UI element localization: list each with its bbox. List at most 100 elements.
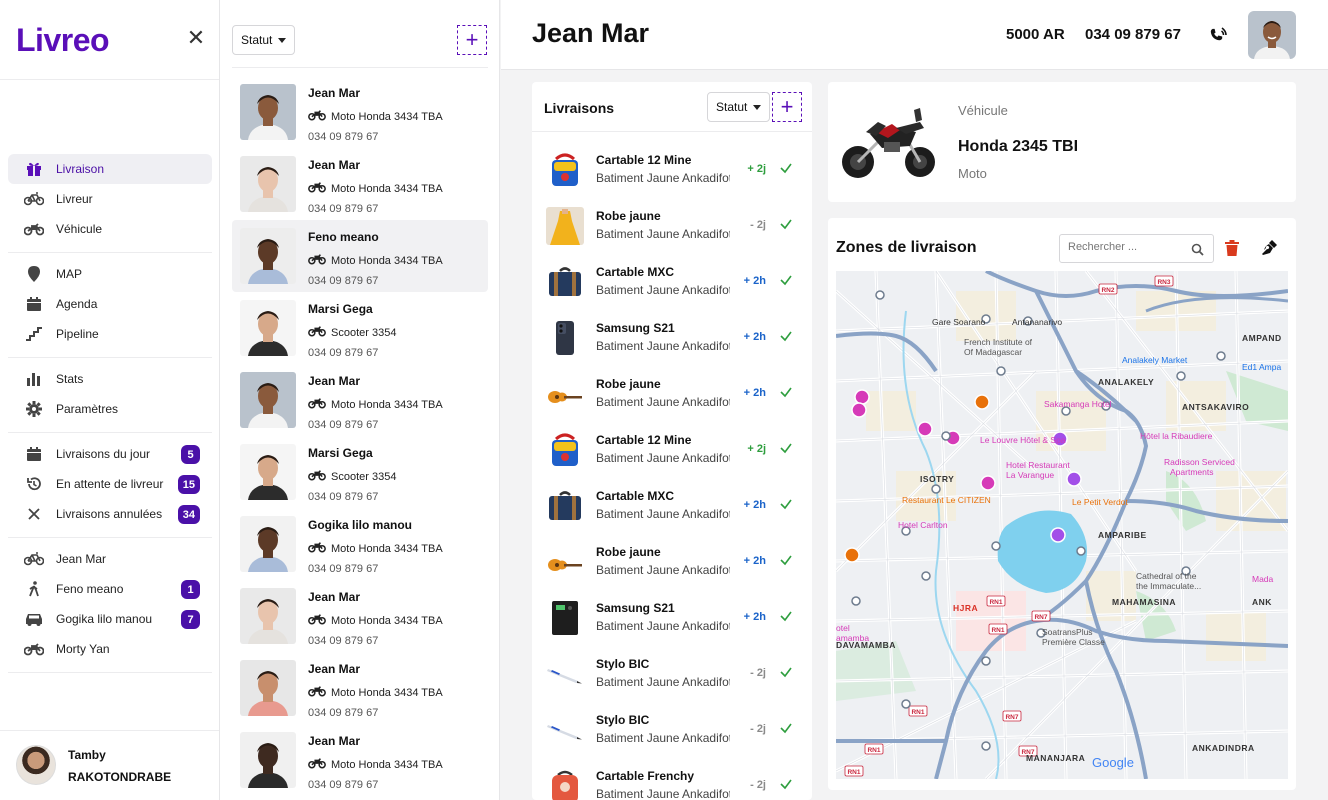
vehicle-card: Véhicule Honda 2345 TBI Moto bbox=[828, 82, 1296, 202]
check-icon[interactable] bbox=[779, 665, 793, 679]
driver-list-item[interactable]: Jean Mar Moto Honda 3434 TBA 034 09 879 … bbox=[232, 724, 488, 796]
add-driver-button[interactable]: + bbox=[457, 25, 487, 55]
driver-photo bbox=[240, 588, 296, 644]
driver-phone: 034 09 879 67 bbox=[308, 779, 379, 791]
map-label: otel bbox=[836, 623, 850, 633]
driver-list-item[interactable]: Gogika lilo manou Moto Honda 3434 TBA 03… bbox=[232, 508, 488, 580]
delivery-address: Batiment Jaune Ankadifotsy bbox=[596, 563, 730, 577]
driver-name: Jean Mar bbox=[308, 734, 361, 748]
map-label: ANK bbox=[1252, 597, 1272, 607]
delivery-list-item[interactable]: Cartable MXC Batiment Jaune Ankadifotsy … bbox=[532, 254, 812, 310]
current-user[interactable]: Tamby RAKOTONDRABE bbox=[0, 730, 219, 800]
delivery-list-item[interactable]: Robe jaune Batiment Jaune Ankadifotsy - … bbox=[532, 198, 812, 254]
delivery-status-filter[interactable]: Statut bbox=[707, 92, 771, 122]
road-shield-label: RN3 bbox=[1157, 279, 1170, 286]
product-thumbnail bbox=[546, 263, 584, 301]
map-label: Le Louvre Hôtel & Spa bbox=[980, 435, 1066, 445]
sidebar-item-livraisons-annul-es[interactable]: Livraisons annulées 34 bbox=[8, 499, 212, 529]
delivery-zone-map[interactable]: RN2 RN3 RN1 RN7 RN1 RN1 RN7 RN7 RN1 RN1 Gare Soara… bbox=[836, 271, 1288, 779]
driver-list-item[interactable]: Jean Mar Moto Honda 3434 TBA 034 09 879 … bbox=[232, 652, 488, 724]
zone-search-input[interactable] bbox=[1068, 241, 1183, 253]
driver-photo bbox=[240, 228, 296, 284]
map-label: MAHAMASINA bbox=[1112, 597, 1176, 607]
sidebar-item-agenda[interactable]: Agenda bbox=[8, 289, 212, 319]
sidebar-item-label: En attente de livreur bbox=[56, 477, 164, 491]
delivery-list-item[interactable]: Stylo BIC Batiment Jaune Ankadifotsy - 2… bbox=[532, 646, 812, 702]
driver-phone: 034 09 879 67 bbox=[308, 131, 379, 143]
delivery-address: Batiment Jaune Ankadifotsy bbox=[596, 451, 730, 465]
sidebar-item-morty-yan[interactable]: Morty Yan bbox=[8, 634, 212, 664]
map-label: Radisson Serviced bbox=[1164, 457, 1235, 467]
divider bbox=[532, 131, 812, 132]
delivery-list-item[interactable]: Robe jaune Batiment Jaune Ankadifotsy + … bbox=[532, 366, 812, 422]
add-delivery-button[interactable]: + bbox=[772, 92, 802, 122]
map-label: AMPAND bbox=[1242, 333, 1282, 343]
map-label: Première Classe bbox=[1042, 637, 1105, 647]
sidebar-item-param-tres[interactable]: Paramètres bbox=[8, 394, 212, 424]
driver-phone[interactable]: 034 09 879 67 bbox=[1085, 26, 1181, 43]
check-icon[interactable] bbox=[779, 721, 793, 735]
nav-group: Livraison Livreur Véhicule bbox=[8, 148, 212, 253]
delivery-list-item[interactable]: Robe jaune Batiment Jaune Ankadifotsy + … bbox=[532, 534, 812, 590]
driver-list-item[interactable]: Jean Mar Moto Honda 3434 TBA 034 09 879 … bbox=[232, 580, 488, 652]
map-label: Antananarivo bbox=[1012, 317, 1062, 327]
delivery-list-item[interactable]: Samsung S21 Batiment Jaune Ankadifotsy +… bbox=[532, 590, 812, 646]
sidebar-item-livreur[interactable]: Livreur bbox=[8, 184, 212, 214]
sidebar-item-gogika-lilo-manou[interactable]: Gogika lilo manou 7 bbox=[8, 604, 212, 634]
sidebar-item-jean-mar[interactable]: Jean Mar bbox=[8, 544, 212, 574]
delivery-list-item[interactable]: Cartable Frenchy Batiment Jaune Ankadifo… bbox=[532, 758, 812, 800]
driver-phone: 034 09 879 67 bbox=[308, 707, 379, 719]
driver-list-item[interactable]: Jean Mar Moto Honda 3434 TBA 034 09 879 … bbox=[232, 364, 488, 436]
check-icon[interactable] bbox=[779, 217, 793, 231]
zones-title: Zones de livraison bbox=[836, 239, 977, 256]
app-logo[interactable]: Livreo bbox=[16, 22, 110, 59]
sidebar-item-map[interactable]: MAP bbox=[8, 259, 212, 289]
check-icon[interactable] bbox=[779, 385, 793, 399]
delivery-list-item[interactable]: Cartable 12 Mine Batiment Jaune Ankadifo… bbox=[532, 422, 812, 478]
check-icon[interactable] bbox=[779, 161, 793, 175]
product-thumbnail bbox=[546, 375, 584, 413]
check-icon[interactable] bbox=[779, 329, 793, 343]
motorbike-icon bbox=[308, 685, 331, 700]
walking-icon bbox=[24, 581, 44, 597]
sidebar-item-stats[interactable]: Stats bbox=[8, 364, 212, 394]
sidebar-item-pipeline[interactable]: Pipeline bbox=[8, 319, 212, 349]
nav-group: MAP Agenda Pipeline bbox=[8, 253, 212, 358]
check-icon[interactable] bbox=[779, 777, 793, 791]
pen-tool-icon[interactable] bbox=[1260, 239, 1278, 257]
close-sidebar-button[interactable]: ✕ bbox=[186, 26, 206, 50]
delivery-list-item[interactable]: Cartable 12 Mine Batiment Jaune Ankadifo… bbox=[532, 142, 812, 198]
delivery-list-item[interactable]: Stylo BIC Batiment Jaune Ankadifotsy - 2… bbox=[532, 702, 812, 758]
product-thumbnail bbox=[546, 207, 584, 245]
check-icon[interactable] bbox=[779, 441, 793, 455]
map-canvas[interactable]: RN2RN3RN1RN7RN1RN1RN7RN7RN1RN1Gare Soara… bbox=[836, 271, 1288, 779]
sidebar-item-livraison[interactable]: Livraison bbox=[8, 154, 212, 184]
driver-photo bbox=[240, 516, 296, 572]
check-icon[interactable] bbox=[779, 273, 793, 287]
driver-list-item[interactable]: Marsi Gega Scooter 3354 034 09 879 67 bbox=[232, 436, 488, 508]
phone-call-icon[interactable] bbox=[1209, 26, 1229, 44]
sidebar-item-v-hicule[interactable]: Véhicule bbox=[8, 214, 212, 244]
check-icon[interactable] bbox=[779, 609, 793, 623]
trash-icon[interactable] bbox=[1224, 239, 1240, 257]
delivery-list-item[interactable]: Samsung S21 Batiment Jaune Ankadifotsy +… bbox=[532, 310, 812, 366]
sidebar-item-livraisons-du-jour[interactable]: Livraisons du jour 5 bbox=[8, 439, 212, 469]
driver-list-item[interactable]: Jean Mar Moto Honda 3434 TBA 034 09 879 … bbox=[232, 76, 488, 148]
sidebar-item-feno-meano[interactable]: Feno meano 1 bbox=[8, 574, 212, 604]
driver-status-filter[interactable]: Statut bbox=[232, 25, 296, 55]
driver-list-item[interactable]: Jean Mar Moto Honda 3434 TBA 034 09 879 … bbox=[232, 148, 488, 220]
map-label: La Varangue bbox=[1006, 470, 1054, 480]
search-icon[interactable] bbox=[1191, 243, 1204, 256]
driver-list-item[interactable]: Marsi Gega Scooter 3354 034 09 879 67 bbox=[232, 292, 488, 364]
google-logo: Google bbox=[1092, 755, 1134, 770]
check-icon[interactable] bbox=[779, 497, 793, 511]
road-shield-label: RN1 bbox=[989, 599, 1002, 606]
sidebar-item-en-attente-de-livreur[interactable]: En attente de livreur 15 bbox=[8, 469, 212, 499]
driver-list-item[interactable]: Feno meano Moto Honda 3434 TBA 034 09 87… bbox=[232, 220, 488, 292]
deliveries-panel: Livraisons Statut + Cartable 12 Mine Bat… bbox=[532, 82, 812, 800]
delivery-list-item[interactable]: Cartable MXC Batiment Jaune Ankadifotsy … bbox=[532, 478, 812, 534]
delivery-time: - 2j bbox=[750, 779, 766, 791]
motorbike-icon bbox=[308, 325, 331, 340]
check-icon[interactable] bbox=[779, 553, 793, 567]
driver-avatar[interactable] bbox=[1248, 11, 1296, 59]
